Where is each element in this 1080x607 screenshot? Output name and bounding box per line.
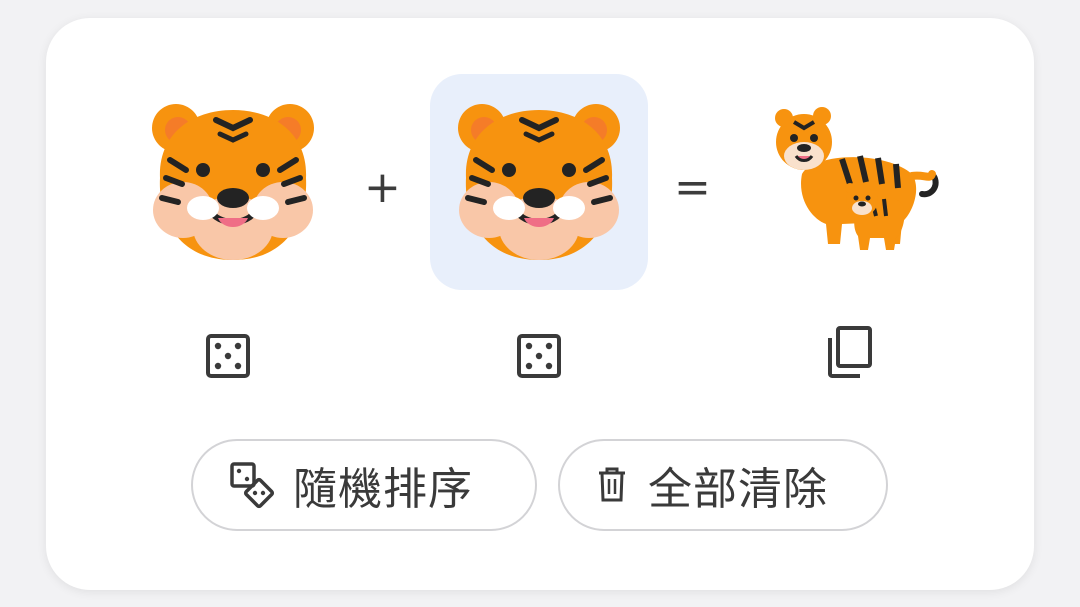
right-emoji-slot[interactable] [430, 74, 648, 290]
tiger-face-icon [458, 104, 620, 260]
tiger-face-icon [152, 104, 314, 260]
left-emoji-slot[interactable] [148, 98, 318, 268]
clear-all-button[interactable]: 全部清除 [558, 439, 888, 531]
dice-icon[interactable] [204, 332, 252, 384]
trash-icon [594, 461, 630, 509]
plus-operator: + [364, 162, 401, 213]
clear-all-button-label: 全部清除 [648, 464, 828, 515]
copy-icon[interactable] [824, 324, 874, 384]
shuffle-button-label: 隨機排序 [293, 464, 473, 515]
tiger-with-cub-icon [775, 107, 939, 250]
shuffle-button[interactable]: 隨機排序 [191, 439, 537, 531]
result-emoji[interactable] [762, 104, 942, 254]
equals-operator: = [674, 162, 711, 213]
dice-shuffle-icon [229, 461, 277, 509]
dice-icon[interactable] [515, 332, 563, 384]
emoji-kitchen-card: + = 隨機排序 全部清除 [46, 18, 1034, 590]
